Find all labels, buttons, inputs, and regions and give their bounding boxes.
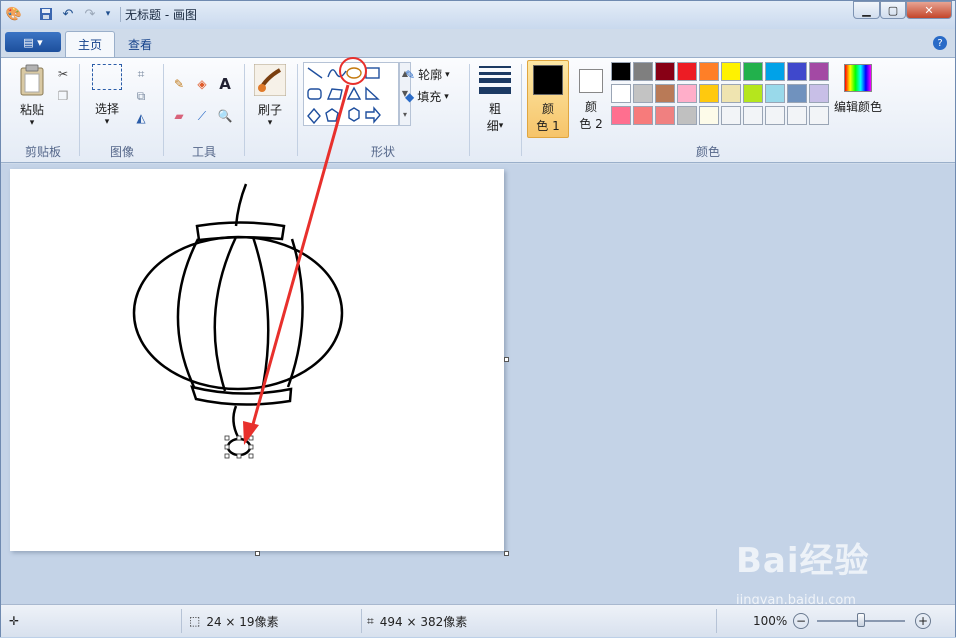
selection-size-text: 24 × 19像素 xyxy=(206,614,279,629)
canvas-size-text: 494 × 382像素 xyxy=(379,614,468,629)
canvas-size: ⌗ 494 × 382像素 xyxy=(367,611,467,631)
status-bar: ✛ ⬚ 24 × 19像素 ⌗ 494 × 382像素 100% − + xyxy=(1,604,955,637)
zoom-slider-thumb[interactable] xyxy=(857,613,865,627)
zoom-out-button[interactable]: − xyxy=(793,613,809,629)
selection-size-icon: ⬚ xyxy=(189,614,201,628)
cursor-position-icon: ✛ xyxy=(9,614,20,628)
zoom-level: 100% xyxy=(753,614,788,628)
zoom-in-button[interactable]: + xyxy=(915,613,931,629)
canvas-size-icon: ⌗ xyxy=(367,613,374,628)
watermark-logo: Bai经验 xyxy=(736,541,870,581)
selection-size: ⬚ 24 × 19像素 xyxy=(189,611,279,631)
paint-window: 🎨 ↶ ↷ ▾ 无标题 - 画图 ▁ ▢ ✕ ▤ ▾ 主页 查看 ? 粘贴 ▾ … xyxy=(0,0,956,637)
